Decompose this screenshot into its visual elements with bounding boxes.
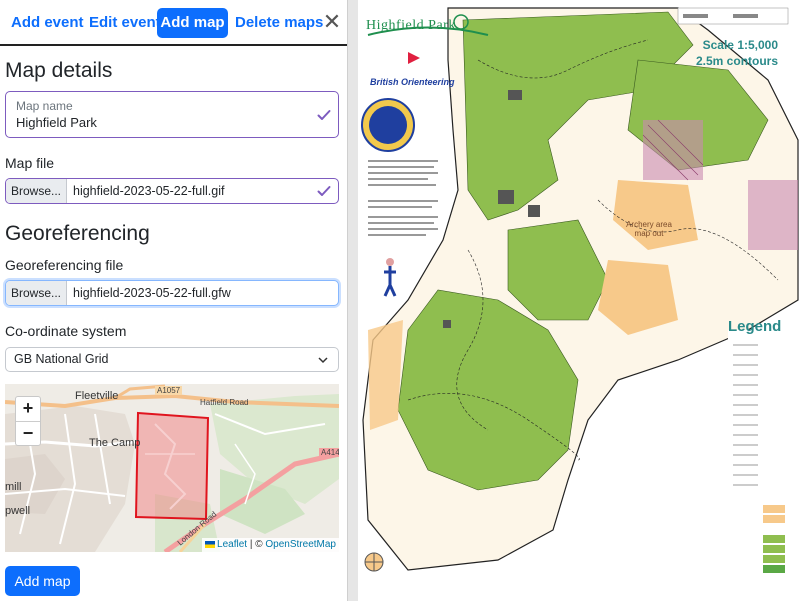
road-label-a1057: A1057 — [155, 386, 183, 395]
road-label-hatfield-road: Hatfield Road — [200, 398, 249, 407]
tab-edit-event[interactable]: Edit event — [89, 8, 161, 38]
add-map-button[interactable]: Add map — [5, 566, 80, 596]
map-name-label: Map name — [16, 99, 73, 113]
map-label-fleetville: Fleetville — [75, 390, 119, 402]
map-contour-interval: 2.5m contours — [696, 54, 779, 68]
coordinate-system-value: GB National Grid — [14, 352, 109, 366]
attribution-separator: | © — [247, 539, 266, 550]
ukraine-flag-icon — [205, 541, 216, 548]
preview-map[interactable]: + − Fleetville The Camp mill pwell A1057… — [5, 384, 339, 552]
zoom-control: + − — [15, 396, 41, 446]
british-orienteering-label: British Orienteering — [370, 77, 455, 87]
georef-file-name: highfield-2023-05-22-full.gfw — [73, 286, 231, 300]
map-file-browse-button[interactable]: Browse... — [6, 179, 67, 203]
tab-bar: Add event Edit event Add map Delete maps… — [0, 0, 347, 46]
archery-area-note: Archery area map out — [626, 220, 672, 238]
close-icon[interactable]: ✕ — [322, 10, 342, 34]
app-window: Add event Edit event Add map Delete maps… — [0, 0, 800, 601]
orienteering-map-image: Highfield Park British Orienteering Scal… — [347, 0, 800, 601]
map-attribution: Leaflet | © OpenStreetMap — [202, 538, 339, 552]
orienteering-map-drawing — [358, 0, 800, 601]
zoom-out-button[interactable]: − — [16, 421, 40, 445]
map-legend-heading: Legend — [728, 318, 782, 335]
preview-map-tiles — [5, 384, 339, 552]
georeferencing-heading: Georeferencing — [5, 222, 150, 245]
coordinate-system-label: Co-ordinate system — [5, 323, 127, 339]
map-scale-value: Scale 1:5,000 — [702, 38, 779, 52]
map-scale-text: Scale 1:5,000 2.5m contours — [696, 37, 778, 69]
georef-file-browse-button[interactable]: Browse... — [6, 281, 67, 305]
map-file-input[interactable]: Browse... highfield-2023-05-22-full.gif — [5, 178, 339, 204]
zoom-in-button[interactable]: + — [16, 397, 40, 421]
tab-add-event[interactable]: Add event — [11, 8, 84, 38]
orienteering-map-title: Highfield Park — [366, 18, 456, 33]
tab-delete-maps[interactable]: Delete maps — [235, 8, 323, 38]
map-file-label: Map file — [5, 155, 55, 171]
map-label-mill: mill — [5, 481, 22, 493]
map-details-heading: Map details — [5, 59, 113, 82]
tab-add-map[interactable]: Add map — [157, 8, 228, 38]
chevron-down-icon — [318, 357, 328, 364]
road-label-a414: A414 — [319, 448, 339, 457]
map-label-pwell: pwell — [5, 505, 31, 517]
map-file-name: highfield-2023-05-22-full.gif — [73, 184, 225, 198]
map-label-the-camp: The Camp — [89, 437, 141, 449]
valid-check-icon — [317, 108, 331, 122]
leaflet-link[interactable]: Leaflet — [217, 539, 247, 550]
valid-check-icon — [317, 184, 331, 198]
map-name-field[interactable]: Map name Highfield Park — [5, 91, 339, 138]
add-map-panel: Add event Edit event Add map Delete maps… — [0, 0, 347, 601]
georef-file-input[interactable]: Browse... highfield-2023-05-22-full.gfw — [5, 280, 339, 306]
openstreetmap-link[interactable]: OpenStreetMap — [265, 539, 336, 550]
coordinate-system-select[interactable]: GB National Grid — [5, 347, 339, 372]
georef-file-label: Georeferencing file — [5, 257, 124, 273]
map-name-value[interactable]: Highfield Park — [16, 115, 97, 130]
